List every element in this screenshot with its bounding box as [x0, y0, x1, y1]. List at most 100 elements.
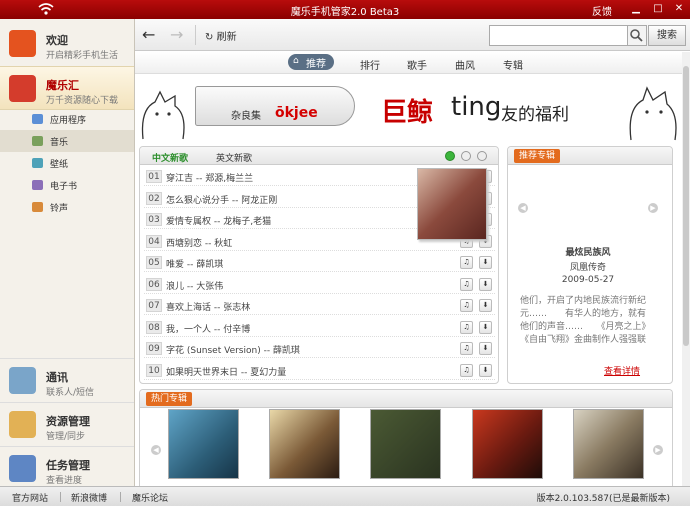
page-dot-1[interactable]: [445, 151, 455, 161]
song-row[interactable]: 10 如果明天世界末日 -- 夏幻力量 ♫ ⬇: [144, 361, 495, 380]
tab-albums[interactable]: 专辑: [503, 57, 523, 72]
hot-album-2[interactable]: [269, 409, 340, 479]
listen-icon[interactable]: ♫: [460, 342, 473, 355]
song-title[interactable]: 穿江吉 -- 郑源,梅兰兰: [166, 171, 253, 184]
official-site-link[interactable]: 官方网站: [12, 491, 48, 504]
hot-album-5[interactable]: [573, 409, 644, 479]
title-bar: 魔乐手机管家2.0 Beta3 反馈 ▁ □ ✕: [0, 0, 690, 19]
search-input[interactable]: [489, 25, 628, 46]
nav-title: 魔乐汇: [46, 79, 79, 92]
scrollbar[interactable]: [682, 52, 690, 486]
window-title: 魔乐手机管家2.0 Beta3: [290, 7, 400, 18]
download-icon[interactable]: ⬇: [479, 363, 492, 377]
feedback-link[interactable]: 反馈: [592, 3, 612, 18]
song-rank: 05: [146, 256, 162, 269]
song-title[interactable]: 西塘别恋 -- 秋虹: [166, 236, 232, 249]
listen-icon[interactable]: ♫: [460, 256, 473, 269]
nav-subtitle: 开启精彩手机生活: [46, 51, 119, 61]
weibo-link[interactable]: 新浪微博: [71, 491, 107, 504]
listen-icon[interactable]: ♫: [460, 363, 473, 377]
page-dot-2[interactable]: [461, 151, 471, 161]
song-title[interactable]: 字花 (Sunset Version) -- 薛凯琪: [166, 343, 300, 356]
sidebar-item-ringtone[interactable]: 铃声: [0, 196, 134, 218]
song-title[interactable]: 爱情专属权 -- 龙梅子,老猫: [166, 214, 271, 227]
forward-arrow-icon[interactable]: →: [170, 25, 183, 44]
back-arrow-icon[interactable]: ←: [142, 25, 155, 44]
listen-icon[interactable]: ♫: [460, 277, 473, 291]
song-rank: 10: [146, 363, 162, 377]
music-icon: [32, 136, 43, 146]
listen-icon[interactable]: ♫: [460, 299, 473, 312]
download-icon[interactable]: ⬇: [479, 320, 492, 334]
download-icon[interactable]: ⬇: [479, 299, 492, 312]
nav-subtitle: 管理/同步: [46, 432, 86, 442]
tab-recommend[interactable]: ⌂ 推荐: [288, 54, 334, 70]
song-title[interactable]: 喜欢上海话 -- 张志林: [166, 300, 250, 313]
nav-title: 通讯: [46, 371, 68, 384]
nav-subtitle: 联系人/短信: [46, 388, 95, 398]
page-dot-3[interactable]: [477, 151, 487, 161]
nav-mole-store[interactable]: 魔乐汇 万千资源随心下载: [0, 66, 134, 110]
song-row[interactable]: 06 浪儿 -- 大张伟 ♫ ⬇: [144, 275, 495, 294]
song-rank: 08: [146, 320, 162, 334]
download-icon[interactable]: ⬇: [479, 342, 492, 355]
status-bar: 官方网站 新浪微博 魔乐论坛 版本2.0.103.587(已是最新版本): [0, 486, 690, 506]
song-row[interactable]: 08 我，一个人 -- 付辛博 ♫ ⬇: [144, 318, 495, 337]
forum-link[interactable]: 魔乐论坛: [132, 491, 168, 504]
view-details-link[interactable]: 查看详情: [604, 364, 640, 377]
nav-contacts[interactable]: 通讯 联系人/短信: [0, 358, 134, 402]
hot-album-4[interactable]: [472, 409, 543, 479]
song-row[interactable]: 09 字花 (Sunset Version) -- 薛凯琪 ♫ ⬇: [144, 339, 495, 358]
download-icon[interactable]: ⬇: [479, 256, 492, 269]
song-title[interactable]: 唯爱 -- 薛凯琪: [166, 257, 223, 270]
song-title[interactable]: 如果明天世界末日 -- 夏幻力量: [166, 365, 286, 378]
hot-album-3[interactable]: [370, 409, 441, 479]
scrollbar-thumb[interactable]: [683, 66, 689, 346]
search-icon-button[interactable]: [628, 25, 647, 46]
divider: [60, 492, 61, 502]
sidebar-item-music[interactable]: 音乐: [0, 130, 134, 152]
close-button[interactable]: ✕: [673, 3, 685, 15]
hot-next-arrow-icon[interactable]: ▶: [653, 445, 663, 455]
song-row[interactable]: 07 喜欢上海话 -- 张志林 ♫ ⬇: [144, 296, 495, 315]
sidebar-item-wallpaper[interactable]: 壁纸: [0, 152, 134, 174]
tab-english-songs[interactable]: 英文新歌: [216, 151, 252, 164]
refresh-button[interactable]: ↻ 刷新: [205, 28, 237, 43]
listen-icon[interactable]: ♫: [460, 320, 473, 334]
promo-banner[interactable]: 杂良集 ōkjee 巨鲸 ting 友的福利: [135, 74, 682, 144]
search-button[interactable]: 搜索: [648, 25, 686, 46]
nav-resources[interactable]: 资源管理 管理/同步: [0, 402, 134, 446]
banner-brand-zl: 杂良集: [231, 111, 261, 122]
version-text: 版本2.0.103.587(已是最新版本): [536, 494, 670, 504]
tab-ranking[interactable]: 排行: [360, 57, 380, 72]
download-icon[interactable]: ⬇: [479, 277, 492, 291]
banner-ting: ting: [451, 92, 502, 122]
store-icon: [9, 75, 36, 102]
tab-chinese-songs[interactable]: 中文新歌: [152, 151, 188, 164]
cat-doodle-left: [141, 90, 185, 140]
next-arrow-icon[interactable]: ▶: [648, 203, 658, 213]
song-title[interactable]: 浪儿 -- 大张伟: [166, 279, 223, 292]
minimize-button[interactable]: ▁: [630, 3, 642, 15]
prev-arrow-icon[interactable]: ◀: [518, 203, 528, 213]
album-title[interactable]: 最炫民族风: [508, 245, 668, 258]
song-title[interactable]: 怎么狠心说分手 -- 阿龙正刚: [166, 193, 277, 206]
song-row[interactable]: 05 唯爱 -- 薛凯琪 ♫ ⬇: [144, 253, 495, 272]
wallpaper-icon: [32, 158, 43, 168]
toolbar: ← → ↻ 刷新 搜索: [135, 19, 690, 51]
hot-albums-header: 热门专辑: [140, 390, 672, 408]
album-cover[interactable]: [417, 168, 487, 240]
nav-welcome[interactable]: 欢迎 开启精彩手机生活: [0, 22, 134, 66]
sidebar-item-apps[interactable]: 应用程序: [0, 108, 134, 130]
nav-tasks[interactable]: 任务管理 查看进度: [0, 446, 134, 490]
maximize-button[interactable]: □: [652, 3, 664, 15]
tab-genres[interactable]: 曲风: [455, 57, 475, 72]
recommend-header: 推荐专辑: [508, 147, 672, 165]
song-title[interactable]: 我，一个人 -- 付辛博: [166, 322, 250, 335]
sidebar-item-label: 铃声: [50, 204, 69, 214]
hot-album-1[interactable]: [168, 409, 239, 479]
hot-prev-arrow-icon[interactable]: ◀: [151, 445, 161, 455]
home-icon: ⌂: [293, 56, 299, 66]
sidebar-item-ebook[interactable]: 电子书: [0, 174, 134, 196]
tab-singers[interactable]: 歌手: [407, 57, 427, 72]
